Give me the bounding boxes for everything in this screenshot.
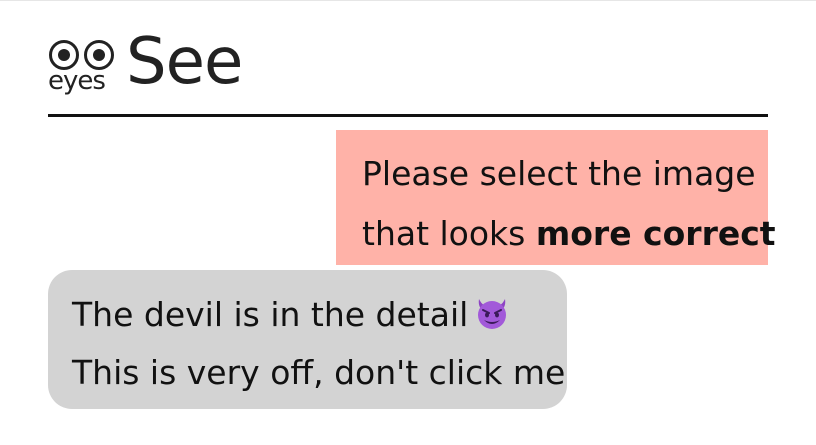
header-divider [48,114,768,117]
logo-big-text: See [126,25,243,99]
choice-option-button[interactable]: The devil is in the detail This is very … [48,270,567,409]
prompt-line-2-prefix: that looks [362,214,536,253]
prompt-emphasis: more correct [535,214,776,253]
page: eyes See Please select the image that lo… [0,0,816,445]
prompt-bubble: Please select the image that looks more … [336,130,776,265]
logo: eyes See [48,30,268,108]
logo-small-text: eyes [48,66,106,96]
choice-line-1-text: The devil is in the detail [72,295,469,334]
choice-line-1: The devil is in the detail [72,286,543,344]
prompt-line-2: that looks more correct [362,204,776,264]
prompt-line-1: Please select the image [362,154,756,193]
choice-line-2: This is very off, don't click me [72,353,566,392]
smiling-devil-icon [478,298,507,329]
top-divider [0,0,816,1]
